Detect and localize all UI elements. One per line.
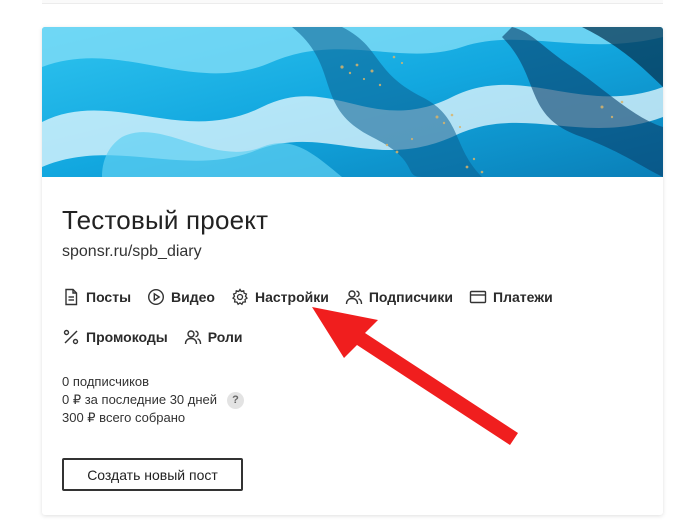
last-30-days-stat: 0 ₽ за последние 30 дней ? [62, 391, 245, 409]
total-collected: 300 ₽ всего собрано [62, 410, 186, 425]
project-nav-row: Посты Видео Настройки Подписчики Платежи [62, 286, 569, 308]
help-icon[interactable]: ? [227, 391, 245, 409]
project-title: Тестовый проект [62, 205, 269, 235]
nav-item-payments[interactable]: Платежи [469, 288, 553, 306]
roles-icon [184, 330, 201, 345]
play-icon [148, 288, 165, 306]
project-url-link[interactable]: sponsr.ru/spb_diary [62, 243, 202, 261]
nav-item-label: Настройки [254, 289, 329, 305]
project-nav-row-2: Промокоды Роли [62, 326, 258, 348]
nav-item-label: Посты [86, 289, 132, 305]
project-stats: 0 подписчиков 0 ₽ за последние 30 дней ?… [62, 373, 245, 427]
nav-item-label: Роли [207, 329, 243, 345]
last-30-days-text: 0 ₽ за последние 30 дней [62, 392, 218, 407]
create-post-button[interactable]: Создать новый пост [62, 458, 243, 491]
nav-item-posts[interactable]: Посты [62, 288, 131, 306]
cover-image [42, 27, 663, 177]
nav-item-promocodes[interactable]: Промокоды [62, 328, 168, 346]
users-icon [345, 290, 363, 305]
gear-icon [232, 288, 248, 306]
nav-item-video[interactable]: Видео [147, 288, 215, 306]
nav-item-label: Подписчики [368, 289, 454, 305]
nav-item-subscribers[interactable]: Подписчики [345, 288, 453, 306]
percent-icon [63, 329, 79, 345]
card-icon [469, 290, 487, 304]
project-card: Тестовый проект sponsr.ru/spb_diary Пост… [42, 27, 663, 515]
nav-item-label: Платежи [493, 289, 553, 305]
nav-item-roles[interactable]: Роли [184, 328, 243, 346]
nav-item-label: Видео [171, 289, 215, 305]
document-icon [65, 288, 78, 306]
nav-item-settings[interactable]: Настройки [231, 288, 329, 306]
subscribers-count: 0 подписчиков [62, 374, 150, 389]
nav-item-label: Промокоды [86, 329, 168, 345]
previous-card-edge [42, 0, 663, 4]
